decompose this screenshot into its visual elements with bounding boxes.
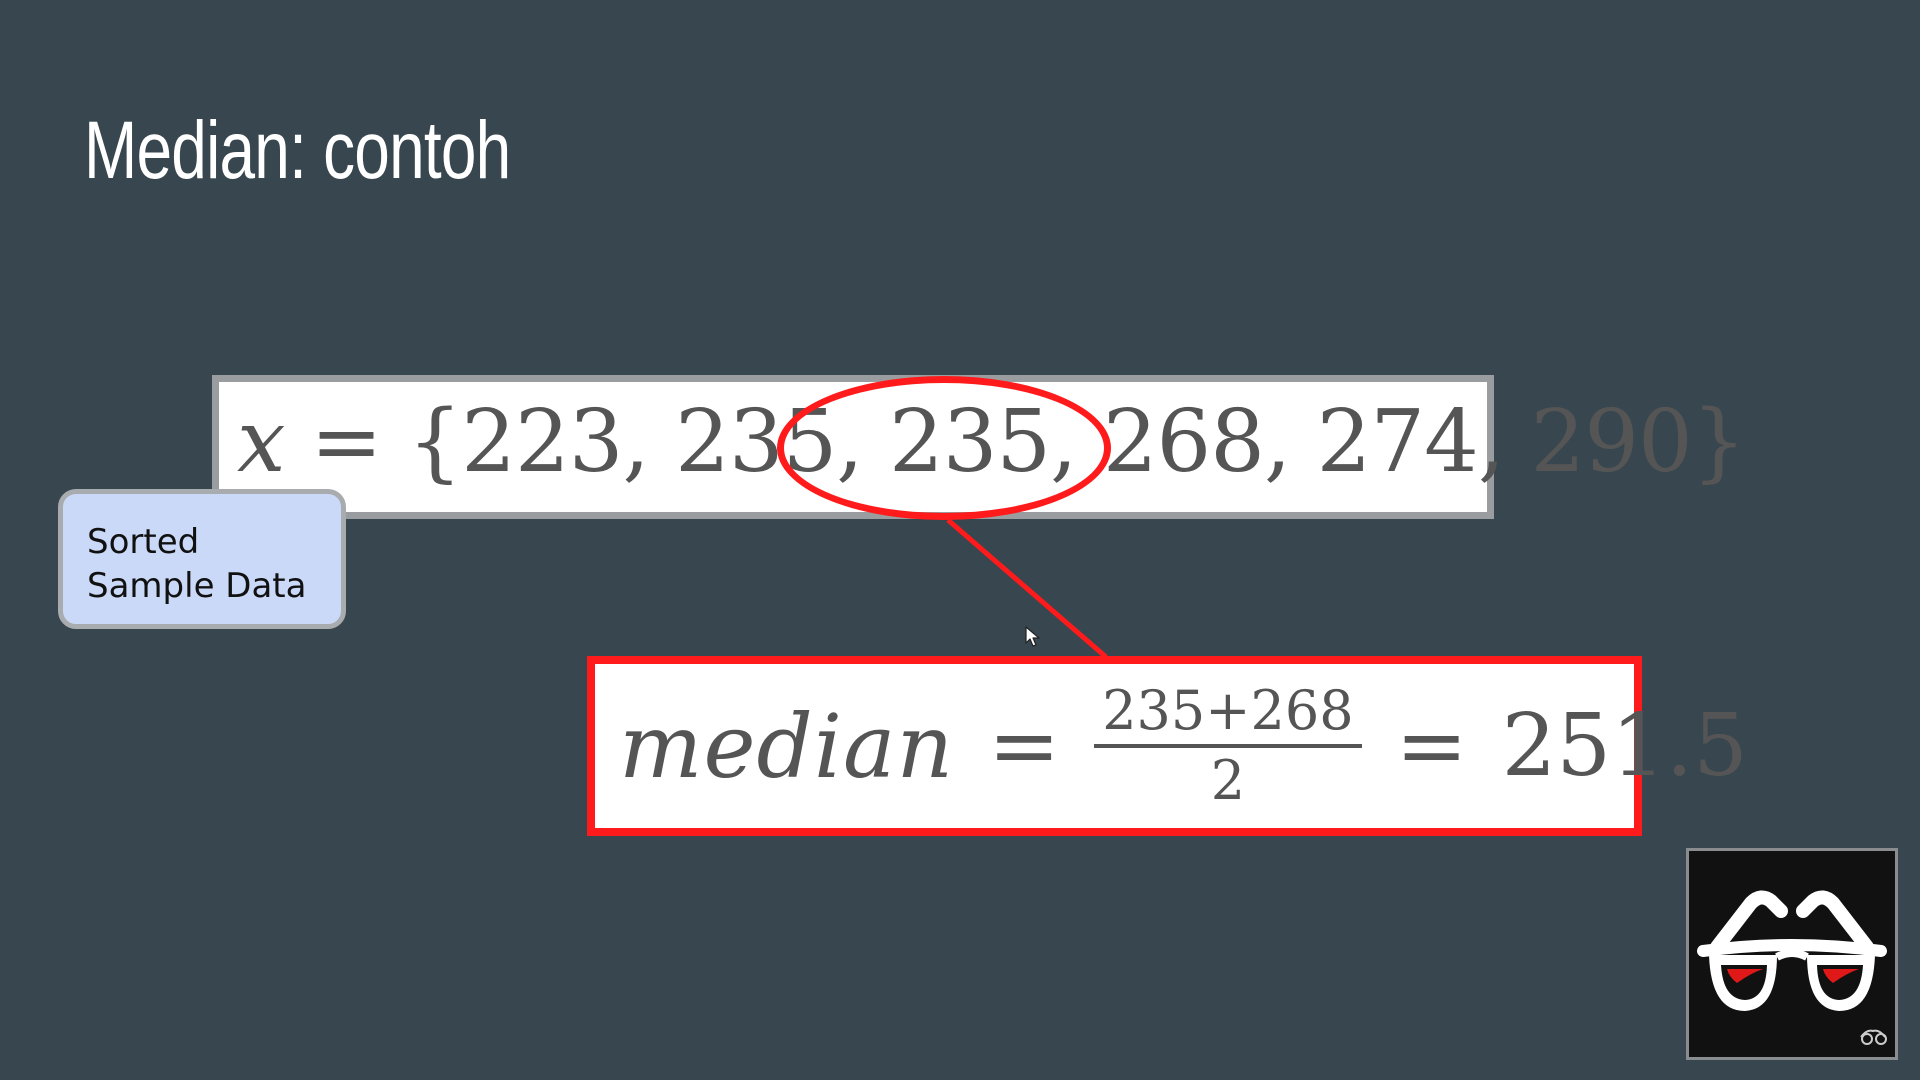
fraction-denominator: 2	[1210, 749, 1246, 812]
middle-values-highlight	[777, 376, 1111, 520]
set-open-brace: {	[407, 392, 463, 492]
set-value-6: 290	[1530, 392, 1693, 492]
set-separator: ,	[1477, 392, 1505, 492]
median-formula: median = 235+268 2 = 251.5	[619, 664, 1748, 828]
result-equals-sign: =	[1395, 696, 1468, 796]
set-value-1: 223	[461, 392, 623, 492]
set-separator: ,	[1263, 392, 1291, 492]
set-separator: ,	[622, 392, 649, 492]
set-value-4: 268	[1102, 392, 1265, 492]
median-word: median	[619, 694, 955, 798]
set-variable: x	[237, 392, 286, 492]
set-close-brace: }	[1691, 392, 1747, 492]
fraction-numerator: 235+268	[1094, 680, 1362, 748]
set-value-5: 274	[1316, 392, 1479, 492]
slide-title: Median: contoh	[84, 105, 511, 196]
callout-line-2: Sample Data	[87, 566, 307, 606]
callout-line-1: Sorted	[87, 522, 200, 562]
mouse-pointer-icon	[1025, 626, 1040, 647]
glasses-logo-icon	[1697, 890, 1887, 1045]
median-formula-box: median = 235+268 2 = 251.5	[587, 656, 1748, 836]
median-fraction: 235+268 2	[1094, 680, 1362, 812]
median-result: 251.5	[1501, 696, 1748, 796]
sorted-sample-data-callout: Sorted Sample Data	[58, 489, 346, 629]
set-equals-sign: =	[310, 392, 383, 492]
median-equals-sign: =	[988, 696, 1061, 796]
channel-logo	[1686, 848, 1898, 1060]
